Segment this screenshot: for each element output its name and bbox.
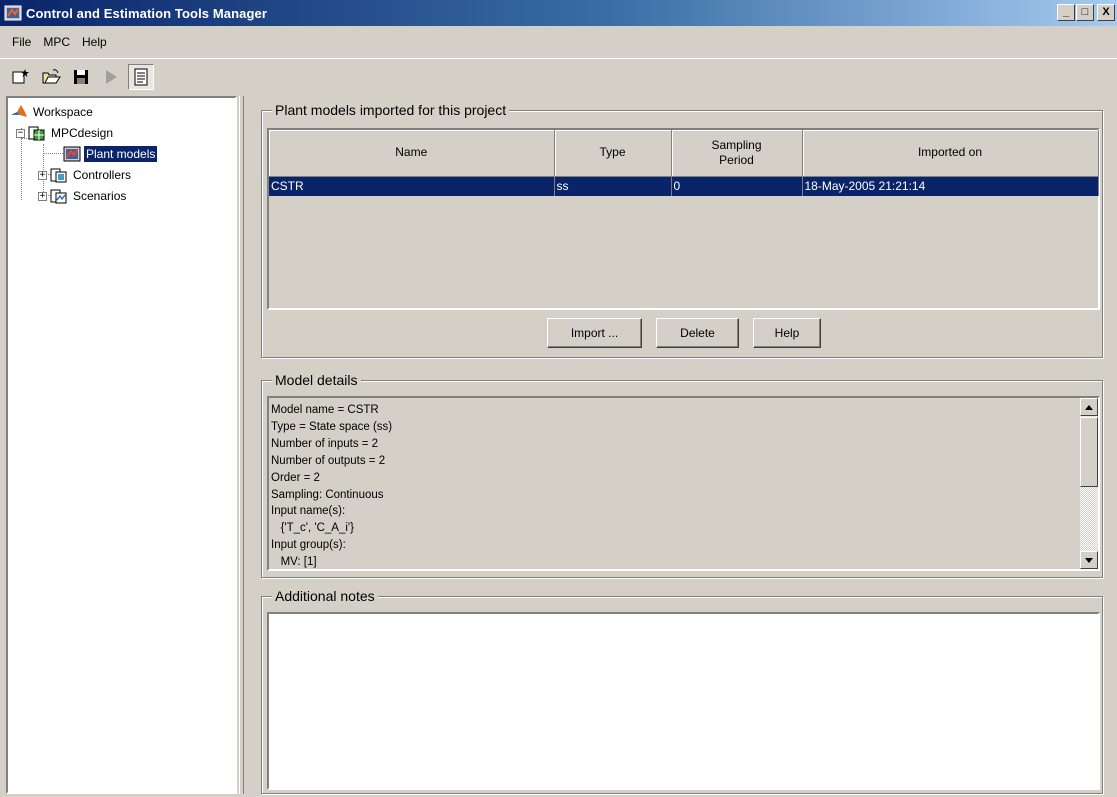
window-controls: _ □ X	[1057, 4, 1115, 21]
tree-item-workspace[interactable]: Workspace	[10, 102, 95, 122]
matlab-app-icon	[4, 5, 22, 21]
scenario-icon	[50, 189, 67, 204]
model-details-line: MV: [1]	[271, 556, 317, 569]
menu-help[interactable]: Help	[76, 35, 113, 49]
column-header-name[interactable]: Name	[269, 130, 555, 177]
sampling-period-label: Sampling Period	[711, 137, 762, 167]
tree-item-plant-models[interactable]: Plant models	[63, 144, 159, 164]
tree-item-scenarios[interactable]: + Scenarios	[38, 186, 128, 206]
arrow-up-icon	[1085, 404, 1093, 410]
model-details-line: Type = State space (ss)	[271, 420, 393, 433]
scroll-thumb[interactable]	[1080, 417, 1098, 487]
cell-type[interactable]: ss	[554, 176, 672, 196]
plant-models-group-title: Plant models imported for this project	[272, 102, 510, 118]
maximize-button[interactable]: □	[1076, 4, 1094, 21]
tree-label-plant-models: Plant models	[82, 145, 159, 163]
open-button[interactable]	[38, 64, 64, 90]
menu-file[interactable]: File	[6, 35, 37, 49]
table-row[interactable]: CSTR ss 0 18-May-2005 21:21:14	[269, 176, 1099, 196]
tree-label-controllers: Controllers	[73, 168, 132, 182]
help-button[interactable]: Help	[753, 318, 821, 348]
model-details-line: Number of inputs = 2	[271, 437, 379, 450]
cell-imported-on[interactable]: 18-May-2005 21:21:14	[802, 176, 1099, 196]
model-details-line: Sampling: Continuous	[271, 488, 384, 501]
tree-label-scenarios: Scenarios	[73, 189, 127, 203]
model-details-text-area[interactable]: Model name = CSTR Type = State space (ss)…	[267, 396, 1100, 571]
cell-sampling-period[interactable]: 0	[671, 176, 803, 196]
model-details-line: Number of outputs = 2	[271, 454, 386, 467]
plant-model-icon	[63, 146, 81, 162]
model-details-line: Order = 2	[271, 471, 320, 484]
menu-mpc[interactable]: MPC	[37, 35, 76, 49]
import-button[interactable]: Import ...	[547, 318, 642, 348]
mpc-project-icon	[28, 126, 45, 141]
cell-name[interactable]: CSTR	[269, 176, 555, 196]
scroll-down-button[interactable]	[1080, 551, 1098, 569]
matlab-logo-icon	[11, 105, 27, 117]
additional-notes-input[interactable]	[267, 612, 1100, 790]
column-header-imported-on[interactable]: Imported on	[802, 130, 1099, 177]
run-button[interactable]	[98, 64, 124, 90]
save-button[interactable]	[68, 64, 94, 90]
open-folder-icon	[42, 68, 61, 83]
model-details-line: {'T_c', 'C_A_i'}	[271, 522, 354, 535]
tree-item-mpcdesign[interactable]: − MPCdesign	[16, 123, 115, 143]
panel-splitter[interactable]	[239, 96, 244, 794]
new-project-button[interactable]	[8, 64, 34, 90]
column-header-sampling-period[interactable]: Sampling Period	[671, 130, 803, 177]
expand-toggle[interactable]: +	[38, 191, 47, 201]
model-details-group-title: Model details	[272, 372, 361, 388]
menu-bar: File MPC Help	[0, 26, 1117, 58]
title-bar: Control and Estimation Tools Manager _ □…	[0, 0, 1117, 26]
model-details-line: Model name = CSTR	[271, 404, 379, 416]
window-title: Control and Estimation Tools Manager	[26, 5, 267, 21]
expand-toggle[interactable]: +	[38, 170, 47, 180]
tree-item-controllers[interactable]: + Controllers	[38, 165, 133, 185]
details-vertical-scrollbar[interactable]	[1080, 398, 1098, 569]
column-header-type[interactable]: Type	[554, 130, 672, 177]
minimize-button[interactable]: _	[1057, 4, 1075, 21]
plant-models-table[interactable]: Name Type Sampling Period Imported on CST…	[267, 128, 1100, 310]
notes-view-button[interactable]	[128, 63, 154, 90]
model-details-line: Input group(s):	[271, 539, 346, 552]
arrow-down-icon	[1085, 557, 1093, 563]
tree-label-workspace: Workspace	[33, 105, 93, 119]
save-disk-icon	[74, 69, 88, 84]
run-play-icon	[106, 69, 117, 84]
additional-notes-group-title: Additional notes	[272, 588, 378, 604]
delete-button[interactable]: Delete	[656, 318, 739, 348]
controller-icon	[50, 168, 67, 183]
close-button[interactable]: X	[1097, 4, 1115, 21]
new-project-icon	[12, 68, 29, 83]
toolbar	[0, 58, 1117, 94]
project-tree[interactable]: Workspace − MPCdesign Plant models + Con…	[6, 96, 237, 794]
tree-label-mpcdesign: MPCdesign	[51, 126, 114, 140]
collapse-toggle[interactable]: −	[16, 128, 25, 138]
model-details-text: Model name = CSTR Type = State space (ss)…	[271, 402, 392, 571]
scroll-up-button[interactable]	[1080, 398, 1098, 416]
notes-view-icon	[134, 68, 148, 85]
model-details-line: Input name(s):	[271, 505, 346, 518]
